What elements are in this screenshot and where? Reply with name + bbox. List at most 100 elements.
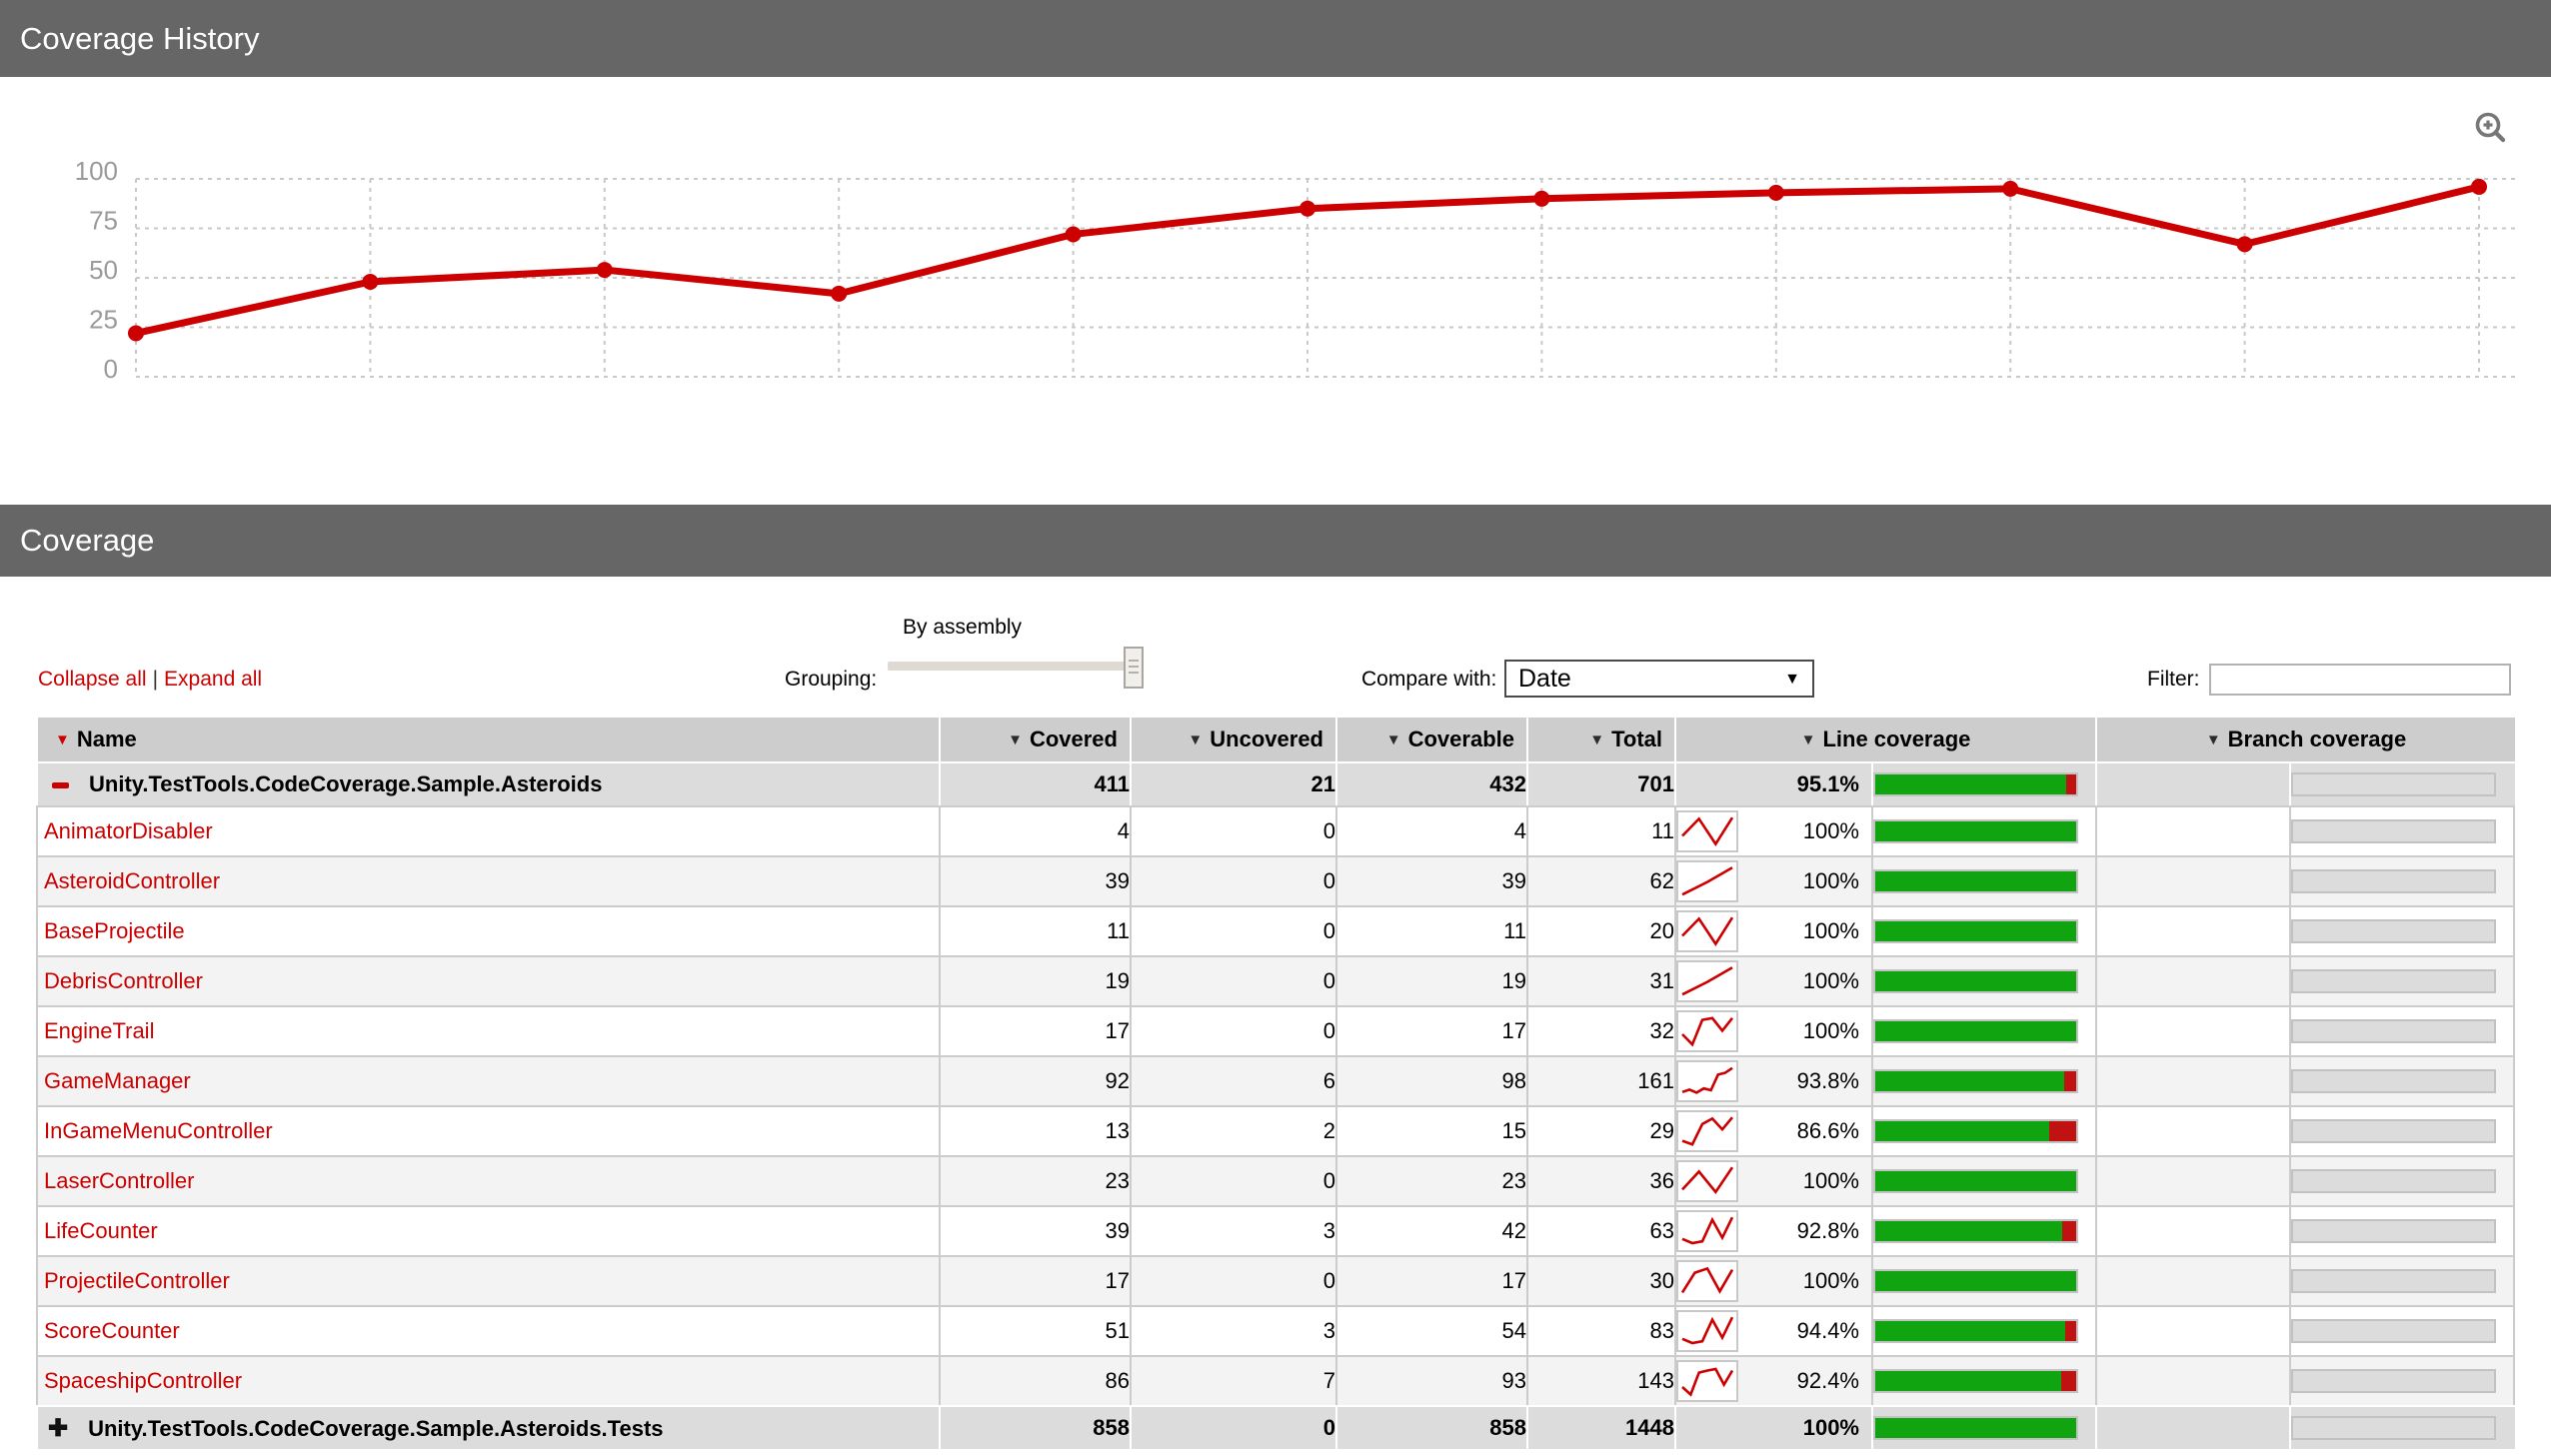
- table-row: ScoreCounter 51 3 54 83 94.4%: [36, 1305, 2516, 1355]
- column-header-branch-coverage[interactable]: ▼ Branch coverage: [2095, 716, 2516, 761]
- column-header-covered[interactable]: ▼ Covered: [939, 716, 1130, 761]
- coverable-value: 39: [1335, 855, 1526, 905]
- line-coverage-bar: [1873, 1319, 2078, 1343]
- class-link[interactable]: BaseProjectile: [38, 918, 185, 943]
- line-coverage-history-sparkline[interactable]: [1676, 1010, 1738, 1052]
- history-section-header: Coverage History: [0, 0, 2551, 77]
- total-value: 30: [1526, 1255, 1674, 1305]
- class-link[interactable]: GameManager: [38, 1068, 191, 1093]
- total-value: 1448: [1526, 1405, 1674, 1449]
- class-link[interactable]: AsteroidController: [38, 868, 220, 893]
- line-coverage-bar: [1873, 1169, 2078, 1193]
- covered-value: 858: [939, 1405, 1130, 1449]
- line-coverage-bar: [1873, 1219, 2078, 1243]
- branch-coverage-bar: [2291, 1069, 2496, 1093]
- line-coverage-history-sparkline[interactable]: [1676, 1060, 1738, 1102]
- coverable-value: 11: [1335, 905, 1526, 955]
- line-coverage-percent: 94.4%: [1796, 1318, 1859, 1343]
- column-header-coverable[interactable]: ▼ Coverable: [1335, 716, 1526, 761]
- column-header-uncovered[interactable]: ▼ Uncovered: [1130, 716, 1335, 761]
- total-value: 31: [1526, 955, 1674, 1005]
- line-coverage-percent: 100%: [1802, 1168, 1859, 1193]
- class-link[interactable]: ScoreCounter: [38, 1318, 180, 1343]
- total-value: 63: [1526, 1205, 1674, 1255]
- line-coverage-percent: 100%: [1802, 1018, 1859, 1043]
- line-coverage-history-sparkline[interactable]: [1676, 810, 1738, 852]
- line-coverage-history-sparkline[interactable]: [1676, 1210, 1738, 1252]
- expand-all-link[interactable]: Expand all: [164, 668, 262, 691]
- branch-coverage-bar: [2291, 1319, 2496, 1343]
- branch-coverage-percent: [2095, 1155, 2289, 1205]
- line-coverage-history-sparkline[interactable]: [1676, 1110, 1738, 1152]
- line-coverage-history-sparkline[interactable]: [1676, 960, 1738, 1002]
- column-header-line-coverage[interactable]: ▼ Line coverage: [1674, 716, 2095, 761]
- line-coverage-history-sparkline[interactable]: [1676, 1160, 1738, 1202]
- covered-value: 39: [939, 855, 1130, 905]
- svg-text:25: 25: [89, 305, 118, 335]
- uncovered-value: 0: [1130, 1005, 1335, 1055]
- class-link[interactable]: InGameMenuController: [38, 1118, 273, 1143]
- branch-coverage-bar: [2291, 969, 2496, 993]
- table-row: ✚ Unity.TestTools.CodeCoverage.Sample.Ast…: [36, 1405, 2516, 1449]
- covered-value: 23: [939, 1155, 1130, 1205]
- total-value: 701: [1526, 761, 1674, 805]
- covered-bar-segment: [1875, 1321, 2065, 1341]
- assembly-name: Unity.TestTools.CodeCoverage.Sample.Aste…: [89, 771, 603, 796]
- compare-with-select[interactable]: Date ▼: [1504, 660, 1814, 698]
- line-coverage-history-sparkline[interactable]: [1676, 860, 1738, 902]
- total-value: 32: [1526, 1005, 1674, 1055]
- branch-coverage-percent: [2095, 1255, 2289, 1305]
- class-link[interactable]: DebrisController: [38, 968, 203, 993]
- covered-value: 17: [939, 1005, 1130, 1055]
- line-coverage-bar: [1873, 1369, 2078, 1393]
- branch-coverage-percent: [2095, 905, 2289, 955]
- coverage-history-chart: 100 75 50 25 0: [75, 156, 2515, 384]
- chart-data-point: [362, 273, 379, 290]
- line-coverage-history-sparkline[interactable]: [1676, 1260, 1738, 1302]
- line-coverage-history-sparkline[interactable]: [1676, 1310, 1738, 1352]
- line-coverage-percent: 95.1%: [1796, 771, 1859, 796]
- branch-coverage-bar: [2291, 1369, 2496, 1393]
- branch-coverage-percent: [2095, 761, 2289, 805]
- uncovered-bar-segment: [2062, 1221, 2076, 1241]
- class-link[interactable]: AnimatorDisabler: [38, 818, 213, 843]
- covered-value: 86: [939, 1355, 1130, 1405]
- column-header-name[interactable]: ▼ Name: [36, 716, 939, 761]
- class-link[interactable]: ProjectileController: [38, 1268, 230, 1293]
- table-header-row: ▼ Name ▼ Covered ▼ Uncovered ▼ Coverable ▼ To…: [36, 716, 2516, 761]
- branch-coverage-percent: [2095, 1005, 2289, 1055]
- table-row: InGameMenuController 13 2 15 29 86.6%: [36, 1105, 2516, 1155]
- expand-plus-icon[interactable]: ✚: [48, 1414, 68, 1443]
- branch-coverage-bar: [2291, 819, 2496, 843]
- line-coverage-history-sparkline[interactable]: [1676, 910, 1738, 952]
- class-link[interactable]: EngineTrail: [38, 1018, 154, 1043]
- line-coverage-percent: 100%: [1802, 818, 1859, 843]
- grouping-slider-thumb[interactable]: [1124, 647, 1144, 689]
- line-coverage-percent: 92.8%: [1796, 1218, 1859, 1243]
- grouping-value-label: By assembly: [903, 616, 1023, 639]
- coverable-value: 93: [1335, 1355, 1526, 1405]
- filter-input[interactable]: [2209, 664, 2511, 696]
- chart-data-point: [1533, 190, 1550, 207]
- covered-bar-segment: [1875, 1418, 2076, 1438]
- uncovered-value: 2: [1130, 1105, 1335, 1155]
- class-link[interactable]: SpaceshipController: [38, 1368, 242, 1393]
- chart-data-point: [831, 285, 848, 302]
- collapse-all-link[interactable]: Collapse all: [38, 668, 147, 691]
- covered-bar-segment: [1875, 1121, 2049, 1141]
- line-coverage-history-sparkline[interactable]: [1676, 1360, 1738, 1402]
- class-link[interactable]: LifeCounter: [38, 1218, 158, 1243]
- chart-data-point: [2471, 178, 2487, 195]
- total-value: 11: [1526, 805, 1674, 855]
- grouping-slider-track[interactable]: [888, 662, 1133, 671]
- column-header-total[interactable]: ▼ Total: [1526, 716, 1674, 761]
- coverable-value: 42: [1335, 1205, 1526, 1255]
- chart-zoom-in-icon[interactable]: [2473, 110, 2509, 146]
- sort-arrow-icon: ▼: [1800, 731, 1816, 748]
- uncovered-value: 7: [1130, 1355, 1335, 1405]
- collapse-minus-icon[interactable]: [52, 782, 69, 788]
- class-link[interactable]: LaserController: [38, 1168, 194, 1193]
- uncovered-value: 0: [1130, 905, 1335, 955]
- table-row: BaseProjectile 11 0 11 20 100%: [36, 905, 2516, 955]
- line-coverage-bar: [1873, 1069, 2078, 1093]
